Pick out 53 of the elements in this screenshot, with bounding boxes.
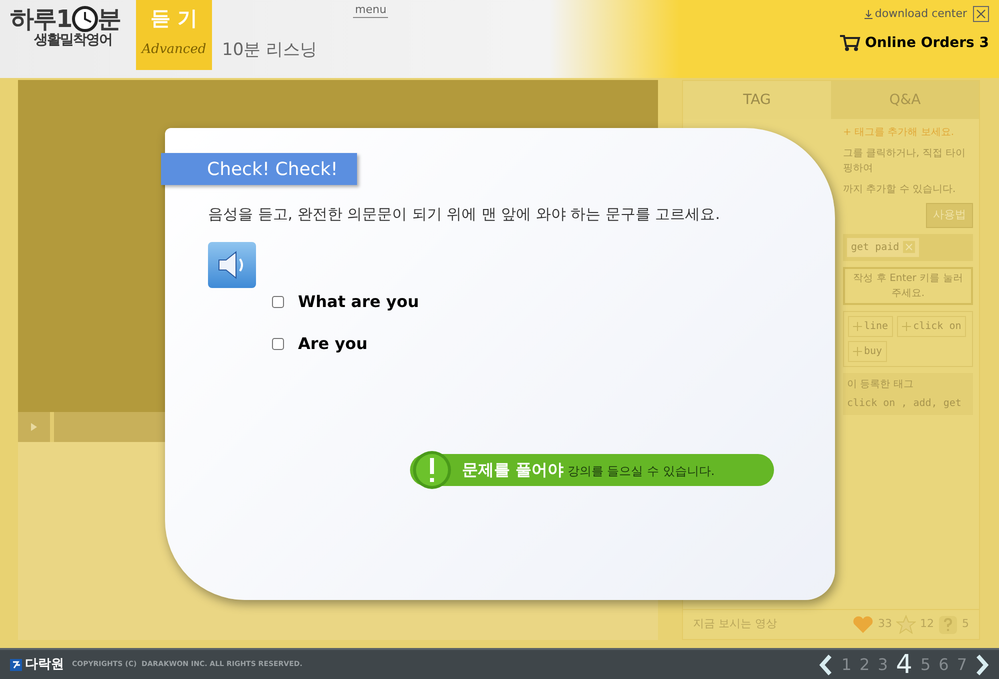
page-number[interactable]: 7: [956, 656, 967, 672]
panel-tab[interactable]: Q&A: [831, 81, 979, 119]
brand-name: 다락원: [25, 656, 64, 674]
close-icon: [976, 9, 986, 20]
option-checkbox[interactable]: [272, 296, 284, 308]
plus-icon: [853, 322, 862, 330]
clock-icon: [72, 6, 98, 32]
logo-subtitle: 생활밀착영어: [33, 32, 113, 50]
enter-tooltip: 작성 후 Enter 키를 눌러 주세요.: [843, 266, 973, 304]
tag-hint: + 태그를 추가해 보세요.: [843, 126, 956, 140]
plus-icon: [853, 346, 862, 356]
star-icon: [896, 615, 916, 634]
notice-text: 문제를 풀어야 강의를 들으실 수 있습니다.: [462, 458, 715, 480]
previous-page-button[interactable]: [819, 654, 834, 676]
play-icon: [30, 423, 38, 431]
suggested-tag[interactable]: click on: [897, 316, 966, 336]
help-text: 까지 추가할 수 있습니다.: [843, 183, 957, 197]
orders-link[interactable]: Online Orders 3: [865, 32, 989, 54]
tag-label: get paid: [851, 240, 900, 254]
close-button[interactable]: [973, 6, 989, 22]
brand-logo-icon: [10, 658, 22, 670]
suggested-tag[interactable]: line: [848, 316, 894, 336]
help-text: 그를 클릭하거나, 직접 타이핑하여: [843, 147, 967, 176]
download-link[interactable]: download center: [874, 6, 967, 22]
page-number[interactable]: 5: [920, 656, 931, 672]
page-number[interactable]: 4: [896, 652, 912, 678]
option-label: What are you: [298, 290, 419, 312]
question-text: 음성을 듣고, 완전한 의문문이 되기 위에 맨 앞에 와야 하는 문구를 고르세요.: [208, 204, 721, 225]
page-number[interactable]: 2: [860, 656, 870, 672]
next-page-button[interactable]: [975, 654, 989, 676]
heart-icon: [852, 616, 874, 634]
registered-tags: click on , add, get: [847, 396, 969, 410]
suggested-tag[interactable]: buy: [848, 340, 888, 362]
check-banner: Check! Check!: [161, 153, 357, 185]
chevron-right-icon: [975, 654, 989, 676]
chevron-left-icon: [819, 654, 834, 676]
registered-tags-title: 이 등록한 태그: [847, 378, 914, 392]
section-tab[interactable]: 듣 기 Advanced: [136, 0, 212, 70]
logo-text: 분: [98, 7, 122, 31]
page-number[interactable]: 6: [938, 656, 949, 672]
page-number[interactable]: 1: [841, 656, 852, 672]
plus-icon: [902, 322, 912, 330]
menu-link[interactable]: menu: [353, 2, 388, 18]
logo-text: 하루1: [10, 7, 72, 31]
option-label: Are you: [298, 332, 368, 354]
cart-icon: [839, 34, 862, 52]
advanced-label: Advanced: [142, 41, 206, 59]
page-subtitle: 10분 리스닝: [222, 39, 318, 62]
option-checkbox[interactable]: [272, 338, 284, 350]
play-audio-button[interactable]: [208, 242, 256, 288]
page-number[interactable]: 3: [878, 656, 888, 672]
question-icon: [938, 614, 958, 634]
download-icon: [864, 10, 873, 19]
